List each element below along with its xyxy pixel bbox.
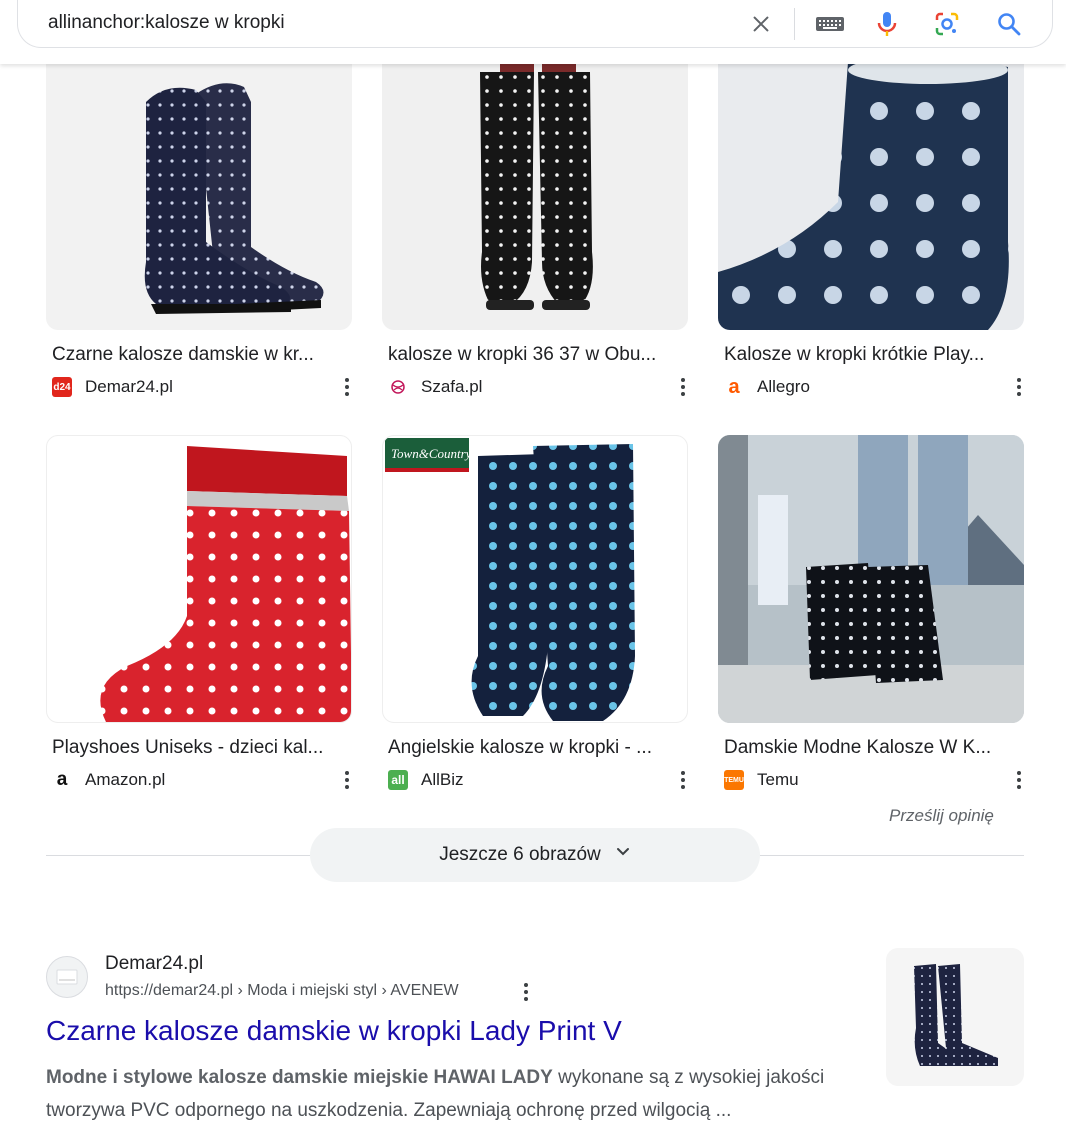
result-snippet: Modne i stylowe kalosze damskie miejskie… [46,1061,866,1127]
more-options-icon[interactable] [344,769,350,791]
source-name: Temu [757,770,799,789]
search-icon[interactable] [993,8,1025,40]
more-options-icon[interactable] [680,376,686,398]
temu-favicon-icon: TEMU [724,770,744,790]
more-options-icon[interactable] [344,376,350,398]
result-site-name[interactable]: Demar24.pl [105,953,203,975]
demar24-favicon-icon: d24 [52,377,72,397]
image-thumbnail[interactable] [46,435,352,723]
image-title[interactable]: Angielskie kalosze w kropki - ... [388,737,680,759]
image-title[interactable]: kalosze w kropki 36 37 w Obu... [388,344,680,366]
more-images-button[interactable]: Jeszcze 6 obrazów [310,828,760,882]
mic-icon[interactable] [871,8,903,40]
image-source[interactable]: d24 Demar24.pl [52,376,352,398]
chevron-down-icon [615,844,631,866]
image-source[interactable]: all AllBiz [388,769,688,791]
image-thumbnail[interactable] [382,42,688,330]
source-name: Allegro [757,377,810,396]
result-thumbnail[interactable] [886,948,1024,1086]
close-icon[interactable] [745,8,777,40]
image-thumbnail[interactable] [46,42,352,330]
image-source[interactable]: a Allegro [724,376,1024,398]
search-box[interactable]: allinanchor:kalosze w kropki [17,0,1053,48]
more-options-icon[interactable] [680,769,686,791]
allbiz-favicon-icon: all [388,770,408,790]
more-images-label: Jeszcze 6 obrazów [439,844,601,865]
result-more-options-icon[interactable] [522,981,530,1003]
lens-icon[interactable] [931,8,963,40]
divider [794,8,795,40]
source-name: Szafa.pl [421,377,483,396]
result-title-link[interactable]: Czarne kalosze damskie w kropki Lady Pri… [46,1015,622,1047]
search-input[interactable]: allinanchor:kalosze w kropki [48,12,285,34]
image-title[interactable]: Damskie Modne Kalosze W K... [724,737,1016,759]
source-name: Amazon.pl [85,770,166,789]
source-name: Demar24.pl [85,377,173,396]
szafa-favicon-icon [388,377,408,397]
image-source[interactable]: Szafa.pl [388,376,688,398]
result-breadcrumb-url[interactable]: https://demar24.pl › Moda i miejski styl… [105,982,459,1000]
image-title[interactable]: Kalosze w kropki krótkie Play... [724,344,1016,366]
snippet-bold: Modne i stylowe kalosze damskie miejskie… [46,1067,553,1088]
town-country-logo: Town&Country [391,446,472,461]
image-thumbnail[interactable] [718,42,1024,330]
send-feedback-link[interactable]: Prześlij opinię [889,806,994,826]
allegro-favicon-icon: a [728,375,740,398]
source-name: AllBiz [421,770,464,789]
image-title[interactable]: Czarne kalosze damskie w kr... [52,344,344,366]
image-title[interactable]: Playshoes Uniseks - dzieci kal... [52,737,344,759]
keyboard-icon[interactable] [814,8,846,40]
site-favicon-icon[interactable] [46,956,88,998]
more-options-icon[interactable] [1016,376,1022,398]
more-options-icon[interactable] [1016,769,1022,791]
image-thumbnail[interactable]: Town&Country [382,435,688,723]
search-header: allinanchor:kalosze w kropki [0,0,1066,64]
image-thumbnail[interactable] [718,435,1024,723]
amazon-favicon-icon: a [52,769,72,790]
image-source[interactable]: TEMU Temu [724,769,1024,791]
image-source[interactable]: a Amazon.pl [52,769,352,791]
